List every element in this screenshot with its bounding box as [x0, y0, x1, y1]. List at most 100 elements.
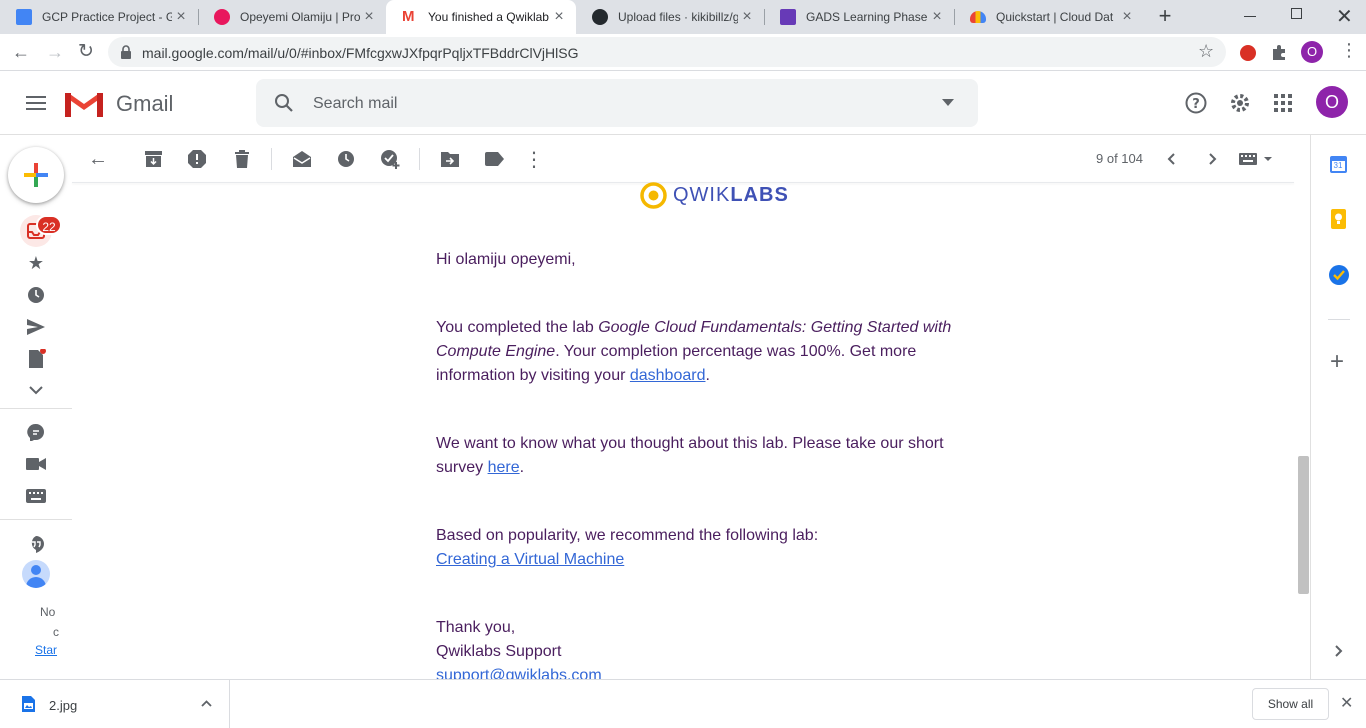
tab-gmail-active[interactable]: M You finished a Qwiklab ×	[386, 0, 576, 34]
get-addons-plus-icon[interactable]: +	[1330, 350, 1344, 374]
download-shelf: 2.jpg Show all ✕	[0, 679, 1366, 728]
rail-divider	[0, 519, 72, 520]
chat-icon[interactable]	[27, 423, 45, 441]
side-panel-separator	[1328, 319, 1350, 320]
snooze-clock-icon[interactable]	[337, 150, 355, 168]
newer-chevron-left-icon[interactable]	[1167, 153, 1176, 165]
download-filename: 2.jpg	[49, 698, 78, 713]
hangouts-start-link[interactable]: Star	[35, 643, 57, 657]
compose-plus-icon	[24, 163, 48, 187]
toolbar-divider	[419, 148, 420, 170]
back-to-inbox-icon[interactable]: ←	[87, 148, 109, 170]
delete-trash-icon[interactable]	[235, 150, 249, 168]
account-avatar[interactable]: O	[1316, 86, 1348, 118]
close-tab-icon[interactable]: ×	[738, 8, 756, 26]
keep-bulb-icon[interactable]	[1331, 209, 1346, 229]
scrollbar-thumb[interactable]	[1298, 456, 1309, 594]
show-side-panel-chevron-icon[interactable]	[1334, 645, 1343, 657]
report-spam-icon[interactable]	[188, 150, 206, 168]
hangouts-user-avatar[interactable]	[22, 560, 50, 588]
extension-download-icon[interactable]	[1240, 45, 1256, 61]
search-options-dropdown-icon[interactable]	[942, 99, 954, 107]
calendar-icon[interactable]: 31	[1328, 154, 1348, 174]
more-chevron-down-icon[interactable]	[29, 386, 43, 395]
close-download-shelf-icon[interactable]: ✕	[1340, 693, 1353, 713]
address-bar[interactable]: mail.google.com/mail/u/0/#inbox/FMfcgxwJ…	[108, 37, 1226, 67]
browser-toolbar: ← → ↻ mail.google.com/mail/u/0/#inbox/FM…	[0, 34, 1366, 71]
close-window-icon[interactable]: ✕	[1336, 4, 1353, 29]
back-icon[interactable]: ←	[12, 42, 30, 63]
extensions-puzzle-icon[interactable]	[1271, 44, 1288, 61]
lock-icon	[121, 45, 131, 59]
label-icon[interactable]	[485, 152, 504, 166]
minimize-icon[interactable]	[1244, 16, 1256, 17]
sent-icon[interactable]	[26, 318, 46, 336]
qwiklabs-logo-text: QWIKLABS	[673, 184, 789, 206]
tab-profile[interactable]: Opeyemi Olamiju | Prof ×	[198, 0, 386, 34]
tab-github[interactable]: Upload files · kikibillz/g ×	[576, 0, 764, 34]
close-tab-icon[interactable]: ×	[360, 8, 378, 26]
archive-icon[interactable]	[145, 151, 162, 167]
input-tools-keyboard-icon[interactable]	[1239, 153, 1273, 165]
recommended-lab-link[interactable]: Creating a Virtual Machine	[436, 551, 624, 568]
tasks-check-icon[interactable]	[1329, 265, 1349, 285]
cloud-icon	[970, 11, 986, 23]
docs-icon	[16, 9, 32, 25]
new-tab-icon[interactable]: +	[1154, 5, 1176, 27]
close-tab-icon[interactable]: ×	[172, 8, 190, 26]
tab-gads[interactable]: GADS Learning Phase 2 ×	[764, 0, 954, 34]
keyboard-icon[interactable]	[26, 489, 46, 503]
hangouts-quote-icon[interactable]	[27, 535, 45, 553]
gmail-header: Gmail Search mail ? O	[0, 71, 1366, 135]
add-to-tasks-icon[interactable]	[380, 149, 401, 170]
email-greeting: Hi olamiju opeyemi,	[436, 251, 576, 268]
download-item[interactable]: 2.jpg	[0, 680, 230, 728]
mark-unread-icon[interactable]	[292, 150, 312, 168]
search-input[interactable]: Search mail	[313, 95, 397, 113]
gmail-logo-icon[interactable]	[65, 89, 103, 117]
browser-menu-icon[interactable]: ⋮	[1340, 40, 1358, 60]
restore-icon[interactable]	[1291, 8, 1302, 19]
help-icon[interactable]: ?	[1185, 92, 1207, 114]
snoozed-clock-icon[interactable]	[27, 286, 45, 304]
forms-icon	[780, 9, 796, 25]
more-options-icon[interactable]: ⋮	[523, 148, 545, 171]
move-to-icon[interactable]	[441, 151, 459, 167]
qwiklabs-logo-icon	[640, 182, 667, 209]
github-icon	[592, 9, 608, 25]
starred-icon[interactable]: ★	[26, 253, 46, 273]
main-menu-icon[interactable]	[26, 95, 46, 111]
tab-gcp-practice[interactable]: GCP Practice Project - G ×	[0, 0, 198, 34]
survey-link[interactable]: here	[488, 459, 520, 476]
rail-divider	[0, 408, 72, 409]
close-tab-icon[interactable]: ×	[550, 8, 568, 26]
hangouts-status-text: No	[40, 605, 56, 619]
search-icon[interactable]	[274, 93, 294, 113]
forward-icon[interactable]: →	[46, 42, 64, 63]
qwiklabs-logo: QWIKLABS	[640, 181, 790, 209]
image-file-icon	[22, 696, 35, 712]
download-options-chevron-up-icon[interactable]	[201, 700, 212, 707]
browser-tab-strip: GCP Practice Project - G × Opeyemi Olami…	[0, 0, 1366, 34]
tab-quickstart[interactable]: Quickstart | Cloud Dat ×	[954, 0, 1144, 34]
gmail-icon: M	[402, 8, 415, 25]
meet-video-icon[interactable]	[26, 457, 46, 471]
show-all-downloads-button[interactable]: Show all	[1252, 688, 1329, 720]
close-tab-icon[interactable]: ×	[928, 8, 946, 26]
email-signoff: Thank you,	[436, 619, 516, 636]
browser-profile-avatar[interactable]: O	[1301, 41, 1323, 63]
bookmark-star-icon[interactable]: ☆	[1198, 41, 1214, 62]
profile-icon	[214, 9, 230, 25]
svg-text:?: ?	[1192, 97, 1200, 112]
apps-grid-icon[interactable]	[1274, 94, 1292, 112]
settings-gear-icon[interactable]	[1229, 92, 1251, 114]
drafts-icon[interactable]	[28, 349, 46, 369]
dashboard-link[interactable]: dashboard	[630, 367, 706, 384]
app-name: Gmail	[116, 91, 174, 116]
close-tab-icon[interactable]: ×	[1118, 8, 1136, 26]
email-recommend-paragraph: Based on popularity, we recommend the fo…	[436, 527, 819, 544]
older-chevron-right-icon[interactable]	[1208, 153, 1217, 165]
reload-icon[interactable]: ↻	[78, 40, 94, 63]
compose-button[interactable]	[8, 147, 64, 203]
search-box[interactable]: Search mail	[256, 79, 978, 127]
